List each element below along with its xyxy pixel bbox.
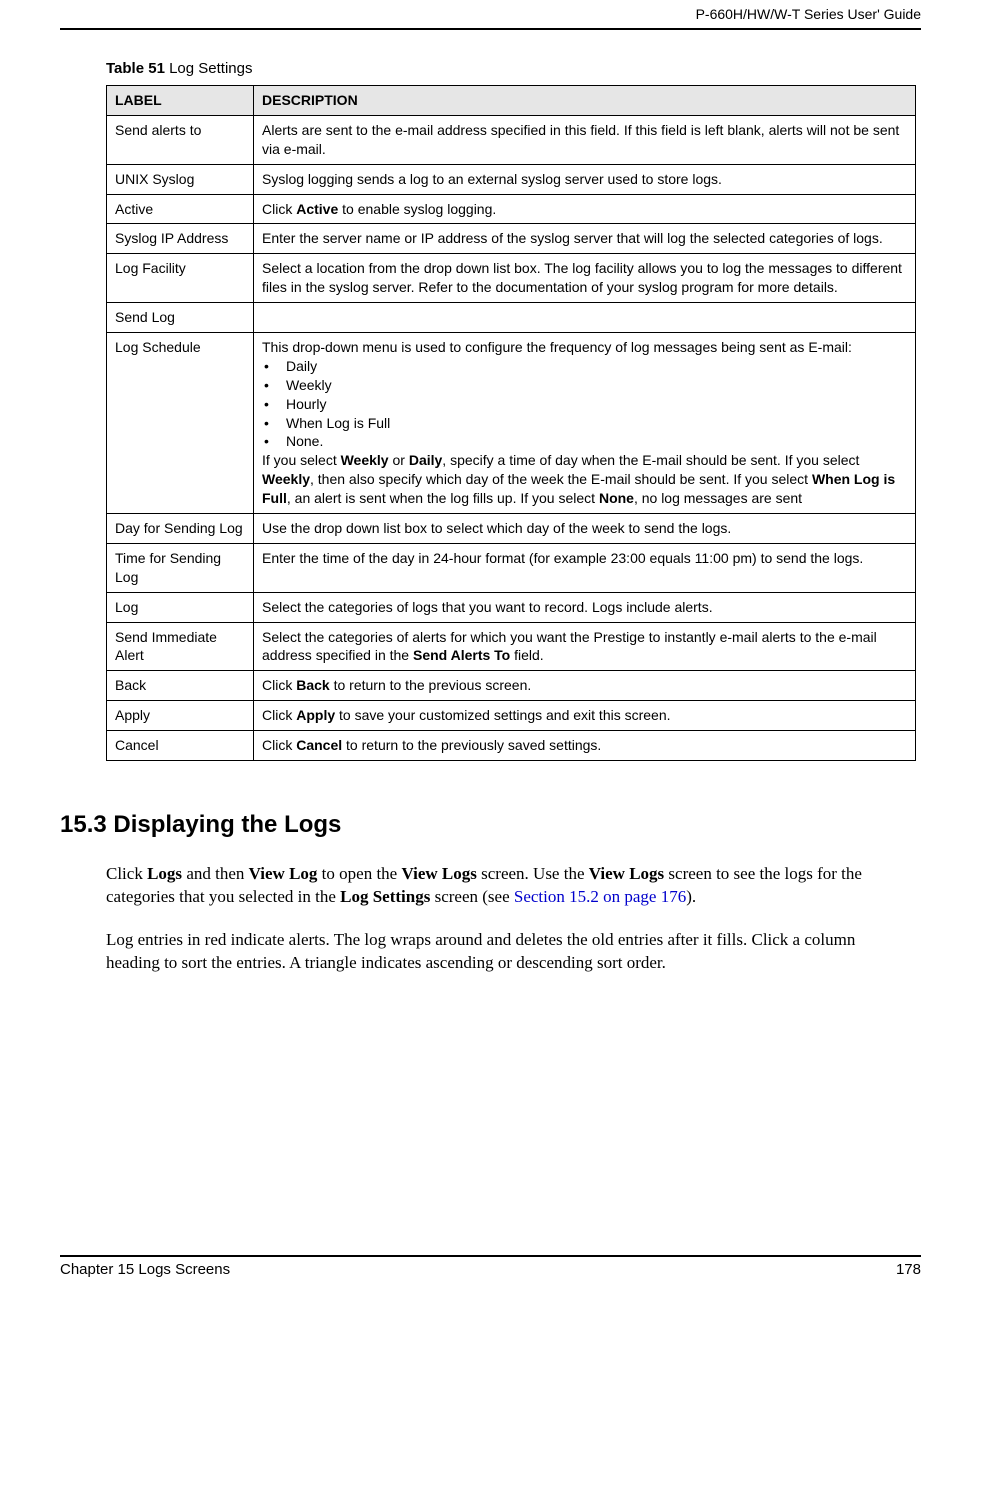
desc-cell: Select the categories of alerts for whic… [254, 622, 916, 671]
table-row: Back Click Back to return to the previou… [107, 671, 916, 701]
label-cell: Log Schedule [107, 333, 254, 514]
footer-chapter: Chapter 15 Logs Screens [60, 1261, 230, 1278]
desc-cell: Select a location from the drop down lis… [254, 254, 916, 303]
footer-page-number: 178 [896, 1261, 921, 1278]
label-cell: Cancel [107, 731, 254, 761]
desc-cell [254, 303, 916, 333]
label-cell: Day for Sending Log [107, 514, 254, 544]
table-row: Send alerts to Alerts are sent to the e-… [107, 115, 916, 164]
desc-cell: Select the categories of logs that you w… [254, 592, 916, 622]
desc-cell: Click Back to return to the previous scr… [254, 671, 916, 701]
desc-cell: Click Apply to save your customized sett… [254, 701, 916, 731]
label-cell: Log [107, 592, 254, 622]
label-cell: UNIX Syslog [107, 164, 254, 194]
col-header-description: DESCRIPTION [254, 86, 916, 116]
table-row: Log Schedule This drop-down menu is used… [107, 333, 916, 514]
header-rule [60, 28, 921, 30]
label-cell: Apply [107, 701, 254, 731]
list-item: None. [262, 432, 907, 451]
table-row: Time for Sending Log Enter the time of t… [107, 543, 916, 592]
log-settings-table: LABEL DESCRIPTION Send alerts to Alerts … [106, 85, 916, 761]
table-row: Log Facility Select a location from the … [107, 254, 916, 303]
list-item: When Log is Full [262, 414, 907, 433]
list-item: Hourly [262, 395, 907, 414]
label-cell: Log Facility [107, 254, 254, 303]
list-item: Weekly [262, 376, 907, 395]
desc-cell: Click Active to enable syslog logging. [254, 194, 916, 224]
table-row: Day for Sending Log Use the drop down li… [107, 514, 916, 544]
table-header-row: LABEL DESCRIPTION [107, 86, 916, 116]
label-cell: Back [107, 671, 254, 701]
label-cell: Time for Sending Log [107, 543, 254, 592]
desc-cell: Click Cancel to return to the previously… [254, 731, 916, 761]
label-cell: Syslog IP Address [107, 224, 254, 254]
table-row: Send Immediate Alert Select the categori… [107, 622, 916, 671]
table-row: Cancel Click Cancel to return to the pre… [107, 731, 916, 761]
desc-cell: This drop-down menu is used to configure… [254, 333, 916, 514]
table-row: Apply Click Apply to save your customize… [107, 701, 916, 731]
label-cell: Send alerts to [107, 115, 254, 164]
label-cell: Active [107, 194, 254, 224]
section-heading: 15.3 Displaying the Logs [60, 811, 921, 839]
page-footer: Chapter 15 Logs Screens 178 [60, 1255, 921, 1278]
desc-cell: Enter the server name or IP address of t… [254, 224, 916, 254]
table-caption: Table 51 Log Settings [106, 60, 921, 77]
log-schedule-bullets: Daily Weekly Hourly When Log is Full Non… [262, 357, 907, 451]
desc-cell: Enter the time of the day in 24-hour for… [254, 543, 916, 592]
table-row: Send Log [107, 303, 916, 333]
cross-reference-link[interactable]: Section 15.2 on page 176 [514, 887, 686, 906]
col-header-label: LABEL [107, 86, 254, 116]
log-schedule-intro: This drop-down menu is used to configure… [262, 338, 907, 357]
header-guide-title: P-660H/HW/W-T Series User' Guide [60, 6, 921, 22]
log-schedule-notes: If you select Weekly or Daily, specify a… [262, 451, 907, 508]
table-row: UNIX Syslog Syslog logging sends a log t… [107, 164, 916, 194]
desc-cell: Syslog logging sends a log to an externa… [254, 164, 916, 194]
table-row: Syslog IP Address Enter the server name … [107, 224, 916, 254]
desc-cell: Use the drop down list box to select whi… [254, 514, 916, 544]
label-cell: Send Immediate Alert [107, 622, 254, 671]
desc-cell: Alerts are sent to the e-mail address sp… [254, 115, 916, 164]
table-row: Log Select the categories of logs that y… [107, 592, 916, 622]
label-cell: Send Log [107, 303, 254, 333]
table-title: Log Settings [165, 60, 253, 77]
table-number: Table 51 [106, 60, 165, 77]
table-row: Active Click Active to enable syslog log… [107, 194, 916, 224]
list-item: Daily [262, 357, 907, 376]
body-paragraph-1: Click Logs and then View Log to open the… [106, 863, 906, 909]
body-paragraph-2: Log entries in red indicate alerts. The … [106, 929, 906, 975]
